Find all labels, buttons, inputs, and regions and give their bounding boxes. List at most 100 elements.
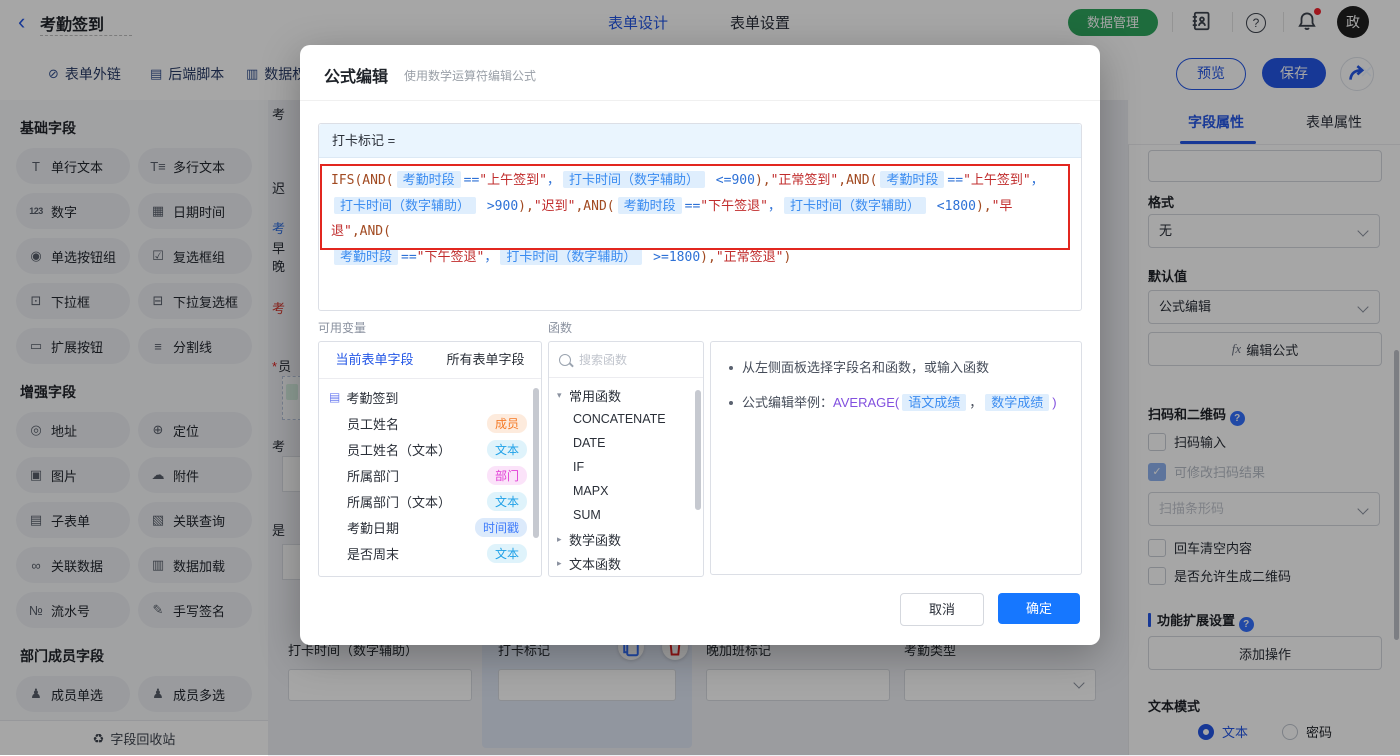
variables-panel-label: 可用变量 — [318, 321, 367, 335]
formula-token: ， — [546, 173, 560, 188]
formula-token: "上午签到" — [963, 173, 1031, 188]
formula-line: 打卡时间（数字辅助） >900),"迟到",AND(考勤时段 =="下午签退"，打… — [331, 193, 1069, 244]
formula-tips-panel: 从左侧面板选择字段名和函数，或输入函数 公式编辑举例：AVERAGE(语文成绩，… — [710, 341, 1082, 575]
formula-token-field[interactable]: 考勤时段 — [334, 248, 399, 265]
formula-token: "下午签退" — [700, 199, 768, 214]
modal-title: 公式编辑 — [324, 69, 389, 86]
formula-token: <=900 — [707, 173, 755, 188]
bullet-dot — [729, 366, 733, 370]
formula-token: IFS(AND( — [331, 173, 394, 188]
modal-subtitle: 使用数学运算符编辑公式 — [404, 69, 537, 83]
formula-token: ,AND( — [575, 199, 615, 214]
example-separator: ， — [969, 395, 983, 410]
formula-token: "正常签到" — [770, 173, 839, 188]
formula-editor-modal: 公式编辑 使用数学运算符编辑公式 × 打卡标记 = IFS(AND(考勤时段 ==… — [300, 45, 1373, 645]
variable-row-所属部门[interactable]: 所属部门 部门 — [319, 462, 541, 488]
formula-line: IFS(AND(考勤时段 =="上午签到"， 打卡时间（数字辅助） <=900),"… — [331, 167, 1069, 193]
variables-panel: 当前表单字段 所有表单字段 ▤ 考勤签到 员工姓名 成员 员工姓名（文本） 文本 所属部门部… — [318, 341, 542, 577]
variables-scrollbar[interactable] — [533, 388, 539, 538]
formula-token-field[interactable]: 打卡时间（数字辅助） — [562, 171, 705, 188]
formula-token: "上午签到" — [479, 173, 547, 188]
function-item-MAPX[interactable]: MAPX — [549, 479, 703, 503]
function-group-label: 数学函数 — [569, 532, 622, 548]
variable-name: 员工姓名 — [347, 416, 400, 432]
variable-name: 员工姓名（文本） — [347, 442, 452, 458]
formula-line: 考勤时段 =="下午签退"， 打卡时间（数字辅助） >=1800),"正常签退") — [331, 244, 1069, 270]
function-search-input[interactable]: 搜索函数 — [549, 342, 703, 378]
formula-token: ,AND( — [838, 173, 878, 188]
variable-row-所属部门（文本）[interactable]: 所属部门（文本） 文本 — [319, 488, 541, 514]
example-function-open: AVERAGE( — [833, 395, 900, 410]
formula-token: ， — [484, 250, 498, 265]
functions-scrollbar[interactable] — [695, 390, 701, 510]
formula-token-field[interactable]: 考勤时段 — [617, 197, 682, 214]
function-group-数学函数[interactable]: ▸ 数学函数 — [549, 527, 703, 551]
formula-token: "迟到" — [533, 199, 576, 214]
variable-row-考勤日期[interactable]: 考勤日期 时间戳 — [319, 514, 541, 540]
formula-token-field[interactable]: 打卡时间（数字辅助） — [334, 197, 477, 214]
cancel-button[interactable]: 取消 — [900, 593, 984, 626]
variable-type-badge: 文本 — [486, 543, 527, 563]
variable-type-badge: 时间戳 — [474, 517, 527, 537]
variable-type-badge: 文本 — [486, 491, 527, 511]
variable-name: 所属部门（文本） — [347, 494, 452, 510]
variable-row-员工姓名（文本）[interactable]: 员工姓名（文本） 文本 — [319, 436, 541, 462]
formula-token: ), — [754, 173, 771, 188]
example-field-chip[interactable]: 数学成绩 — [985, 394, 1050, 411]
formula-token: ,AND( — [351, 224, 391, 239]
chevron-down-icon: ▾ — [557, 389, 562, 400]
function-group-常用函数[interactable]: ▾ 常用函数 — [549, 383, 703, 407]
formula-token: ), — [518, 199, 534, 214]
formula-token: ， — [767, 199, 781, 214]
search-placeholder: 搜索函数 — [579, 353, 628, 367]
confirm-button[interactable]: 确定 — [998, 593, 1080, 624]
formula-token-field[interactable]: 考勤时段 — [880, 171, 945, 188]
search-icon — [559, 353, 571, 366]
formula-token: "下午签退" — [416, 250, 485, 265]
function-item-SUM[interactable]: SUM — [549, 503, 703, 527]
formula-token: ), — [700, 250, 716, 265]
formula-token: <1800 — [928, 199, 976, 214]
chevron-right-icon: ▸ — [557, 533, 562, 544]
function-item-DATE[interactable]: DATE — [549, 431, 703, 455]
close-icon[interactable]: × — [1360, 59, 1373, 85]
variable-type-badge: 文本 — [486, 439, 527, 459]
example-field-chip[interactable]: 语文成绩 — [902, 394, 967, 411]
function-group-label: 文本函数 — [569, 556, 622, 572]
formula-token: >900 — [479, 199, 519, 214]
formula-editor-box: 打卡标记 = IFS(AND(考勤时段 =="上午签到"， 打卡时间（数字辅助） <… — [318, 123, 1082, 311]
formula-token-field[interactable]: 考勤时段 — [396, 171, 461, 188]
formula-token: "正常签退" — [715, 250, 784, 265]
formula-token: ) — [783, 250, 792, 265]
tab-current-form-fields[interactable]: 当前表单字段 — [319, 342, 430, 378]
function-item-IF[interactable]: IF — [549, 455, 703, 479]
formula-code-area[interactable]: IFS(AND(考勤时段 =="上午签到"， 打卡时间（数字辅助） <=900),"… — [319, 158, 1081, 279]
formula-token: == — [463, 173, 480, 188]
formula-token: == — [684, 199, 701, 214]
document-icon: ▤ — [329, 390, 341, 404]
variables-form-name: 考勤签到 — [346, 390, 399, 406]
divider — [300, 100, 1100, 101]
tip-example-prefix: 公式编辑举例： — [742, 395, 834, 410]
formula-token: >=1800 — [645, 250, 701, 265]
variable-type-badge: 部门 — [486, 465, 527, 485]
example-function-close: ) — [1052, 395, 1057, 410]
formula-token: == — [401, 250, 417, 265]
variable-name: 所属部门 — [347, 468, 400, 484]
formula-token: ), — [975, 199, 992, 214]
function-item-CONCATENATE[interactable]: CONCATENATE — [549, 407, 703, 431]
functions-panel: 搜索函数 ▾ 常用函数 CONCATENATE DATE IF MAPX SUM ▸ 数学函数 ▸… — [548, 341, 704, 577]
function-group-文本函数[interactable]: ▸ 文本函数 — [549, 551, 703, 575]
variable-name: 是否周末 — [347, 546, 400, 562]
formula-token-field[interactable]: 打卡时间（数字辅助） — [783, 197, 926, 214]
tab-all-form-fields[interactable]: 所有表单字段 — [430, 342, 541, 378]
functions-panel-label: 函数 — [548, 321, 573, 335]
variable-row-员工姓名[interactable]: 员工姓名 成员 — [319, 410, 541, 436]
formula-token: == — [947, 173, 964, 188]
variable-row-是否周末[interactable]: 是否周末 文本 — [319, 540, 541, 566]
tip-line-1: 从左侧面板选择字段名和函数，或输入函数 — [729, 358, 1065, 378]
function-group-label: 常用函数 — [569, 388, 622, 404]
chevron-right-icon: ▸ — [557, 557, 562, 568]
variables-form-node[interactable]: ▤ 考勤签到 — [319, 384, 541, 410]
formula-token-field[interactable]: 打卡时间（数字辅助） — [500, 248, 643, 265]
